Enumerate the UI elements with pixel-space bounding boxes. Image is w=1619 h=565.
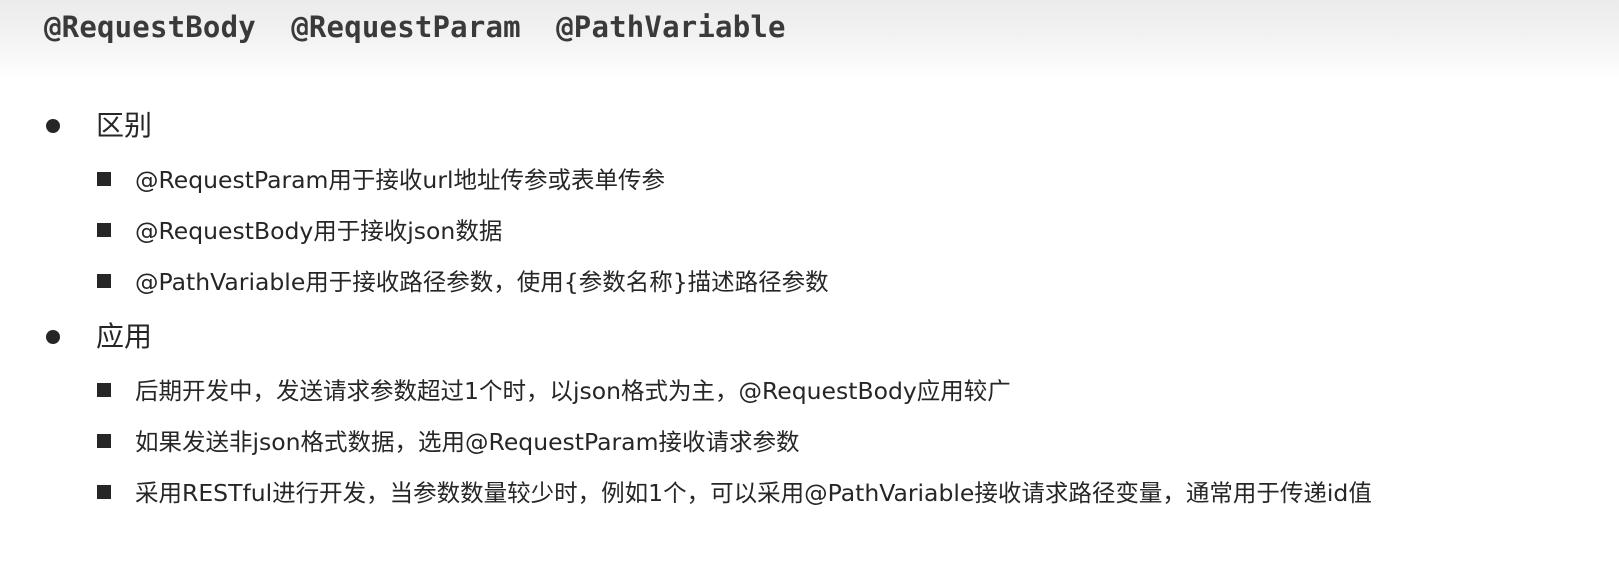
list-item-text: @RequestBody用于接收json数据 — [135, 217, 503, 245]
list-item: 如果发送非json格式数据，选用@RequestParam接收请求参数 — [0, 425, 1619, 459]
list-item-text: 后期开发中，发送请求参数超过1个时，以json格式为主，@RequestBody… — [135, 377, 1011, 405]
square-bullet-icon — [97, 434, 111, 448]
square-bullet-icon — [97, 485, 111, 499]
round-bullet-icon — [46, 119, 60, 133]
round-bullet-icon — [46, 330, 60, 344]
list-item: @RequestBody用于接收json数据 — [0, 214, 1619, 248]
square-bullet-icon — [97, 172, 111, 186]
list-item-text: @PathVariable用于接收路径参数，使用{参数名称}描述路径参数 — [135, 268, 829, 296]
square-bullet-icon — [97, 383, 111, 397]
list-item-text: @RequestParam用于接收url地址传参或表单传参 — [135, 166, 666, 194]
section-heading: 区别 — [96, 109, 153, 142]
section-heading: 应用 — [96, 320, 153, 353]
list-item: @PathVariable用于接收路径参数，使用{参数名称}描述路径参数 — [0, 265, 1619, 299]
list-item-text: 采用RESTful进行开发，当参数数量较少时，例如1个，可以采用@PathVar… — [135, 479, 1372, 507]
page-title: @RequestBody @RequestParam @PathVariable — [44, 10, 786, 44]
list-item: @RequestParam用于接收url地址传参或表单传参 — [0, 163, 1619, 197]
list-item: 后期开发中，发送请求参数超过1个时，以json格式为主，@RequestBody… — [0, 374, 1619, 408]
square-bullet-icon — [97, 274, 111, 288]
list-item-text: 如果发送非json格式数据，选用@RequestParam接收请求参数 — [135, 428, 800, 456]
square-bullet-icon — [97, 223, 111, 237]
list-item: 采用RESTful进行开发，当参数数量较少时，例如1个，可以采用@PathVar… — [0, 476, 1619, 510]
title-bar: @RequestBody @RequestParam @PathVariable — [0, 0, 1619, 78]
